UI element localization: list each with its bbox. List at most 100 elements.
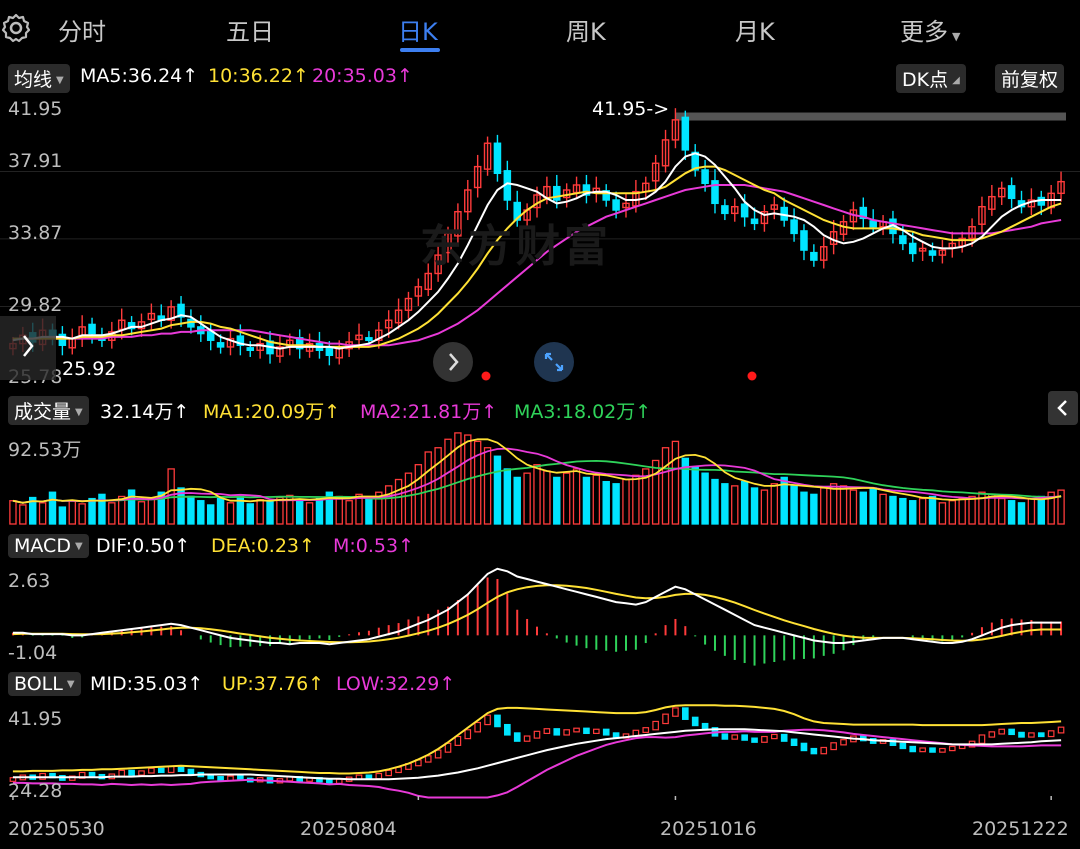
collapse-panel-button[interactable]	[1048, 391, 1078, 425]
volume-axis-max: 92.53万	[8, 439, 82, 461]
volume-bar	[691, 466, 699, 525]
chevron-right-icon	[449, 353, 459, 371]
tab-intraday[interactable]: 分时	[58, 12, 106, 47]
macd-dif: DIF:0.50↑	[96, 535, 191, 557]
volume-bar	[434, 447, 442, 525]
volume-bar	[760, 489, 769, 525]
price-axis-label-3: 33.87	[8, 222, 63, 244]
tab-more[interactable]: 更多 ▼	[900, 12, 960, 47]
boll-candle	[177, 765, 185, 773]
date-label-start: 20250530	[8, 818, 105, 840]
volume-bar	[721, 483, 729, 525]
volume-bar	[918, 497, 927, 525]
boll-candle	[365, 774, 373, 780]
volume-bar	[602, 480, 610, 525]
macd-axis-min: -1.04	[8, 642, 58, 664]
macd-dea: DEA:0.23↑	[211, 535, 315, 557]
volume-bar	[651, 459, 660, 525]
boll-candle	[553, 728, 561, 736]
candle-body	[216, 342, 225, 348]
boll-candle	[88, 771, 96, 778]
volume-bar	[879, 493, 887, 525]
chevron-right-icon	[23, 335, 34, 357]
volume-bar	[58, 506, 67, 525]
volume-bar	[276, 496, 284, 525]
tab-weekly-k[interactable]: 周K	[566, 12, 606, 47]
volume-bar	[98, 493, 106, 525]
volume-bar	[1017, 502, 1026, 525]
tab-daily-k[interactable]: 日K	[398, 12, 438, 47]
boll-candle	[652, 720, 659, 731]
boll-candle	[909, 745, 917, 753]
fullscreen-button[interactable]	[534, 342, 574, 382]
boll-candle	[494, 714, 501, 728]
volume-bar	[592, 474, 601, 525]
volume-bar	[503, 468, 512, 525]
volume-bar	[829, 483, 838, 525]
volume-bar	[137, 501, 146, 525]
boll-chart	[9, 704, 1065, 800]
boll-candle	[474, 721, 481, 733]
volume-bar	[533, 464, 541, 525]
forward-adjust-button[interactable]: 前复权	[995, 64, 1065, 93]
active-tab-indicator	[400, 48, 440, 52]
tab-monthly-k[interactable]: 月K	[735, 12, 775, 47]
boll-candle	[948, 745, 956, 752]
volume-ma3: MA3:18.02万↑	[514, 401, 652, 423]
tab-five-day[interactable]: 五日	[226, 12, 274, 47]
volume-selector[interactable]: 成交量 ▼	[8, 396, 89, 425]
scroll-forward-button[interactable]	[433, 342, 473, 382]
volume-bar	[345, 500, 353, 525]
boll-candle	[751, 737, 758, 743]
candle-body	[493, 142, 502, 174]
price-axis-label-4: 29.82	[8, 294, 63, 316]
boll-candle	[1008, 728, 1015, 736]
boll-candle	[840, 739, 847, 746]
ma-selector[interactable]: 均线 ▼	[8, 64, 70, 93]
volume-bar	[899, 497, 907, 525]
volume-bar	[404, 472, 413, 525]
settings-gear-icon[interactable]	[0, 12, 32, 44]
boll-candle	[326, 779, 333, 785]
boll-candle	[593, 728, 600, 735]
boll-candle	[929, 747, 936, 753]
expand-left-button[interactable]	[0, 316, 56, 380]
boll-lower-line	[12, 728, 1062, 799]
volume-bar	[38, 502, 47, 525]
volume-bar	[582, 476, 591, 525]
boll-candle	[513, 732, 521, 742]
candle-body	[88, 323, 96, 335]
candle-body	[1007, 185, 1016, 200]
candle-body	[810, 251, 818, 261]
boll-candle	[741, 734, 748, 741]
volume-bar	[246, 503, 254, 525]
candle-body	[246, 347, 255, 351]
volume-bar	[256, 498, 264, 525]
macd-m: M:0.53↑	[333, 535, 415, 557]
macd-axis-max: 2.63	[8, 570, 51, 592]
dk-point-button[interactable]: DK点 ◢	[896, 64, 966, 93]
candle-body	[899, 235, 907, 245]
boll-candle	[800, 742, 808, 752]
volume-bar	[553, 476, 561, 525]
boll-candle	[770, 733, 778, 740]
candle-body	[928, 250, 937, 256]
period-tab-bar: 分时 五日 日K 周K 月K 更多 ▼	[0, 0, 1080, 58]
chevron-left-icon	[1057, 400, 1067, 416]
volume-bar	[523, 472, 531, 525]
macd-selector[interactable]: MACD ▼	[8, 534, 89, 558]
boll-candle	[187, 768, 195, 776]
boll-candle	[939, 747, 946, 753]
boll-candle	[830, 742, 837, 751]
volume-bar	[216, 497, 225, 525]
boll-low: LOW:32.29↑	[336, 673, 456, 695]
boll-candle	[919, 747, 926, 753]
boll-selector[interactable]: BOLL ▼	[8, 672, 81, 696]
volume-chart	[9, 432, 1065, 525]
volume-bar	[909, 500, 917, 525]
volume-bar	[335, 495, 343, 525]
boll-candle	[790, 738, 798, 746]
boll-candle	[375, 772, 383, 780]
volume-bar	[19, 504, 27, 525]
high-price-band	[675, 112, 1066, 121]
